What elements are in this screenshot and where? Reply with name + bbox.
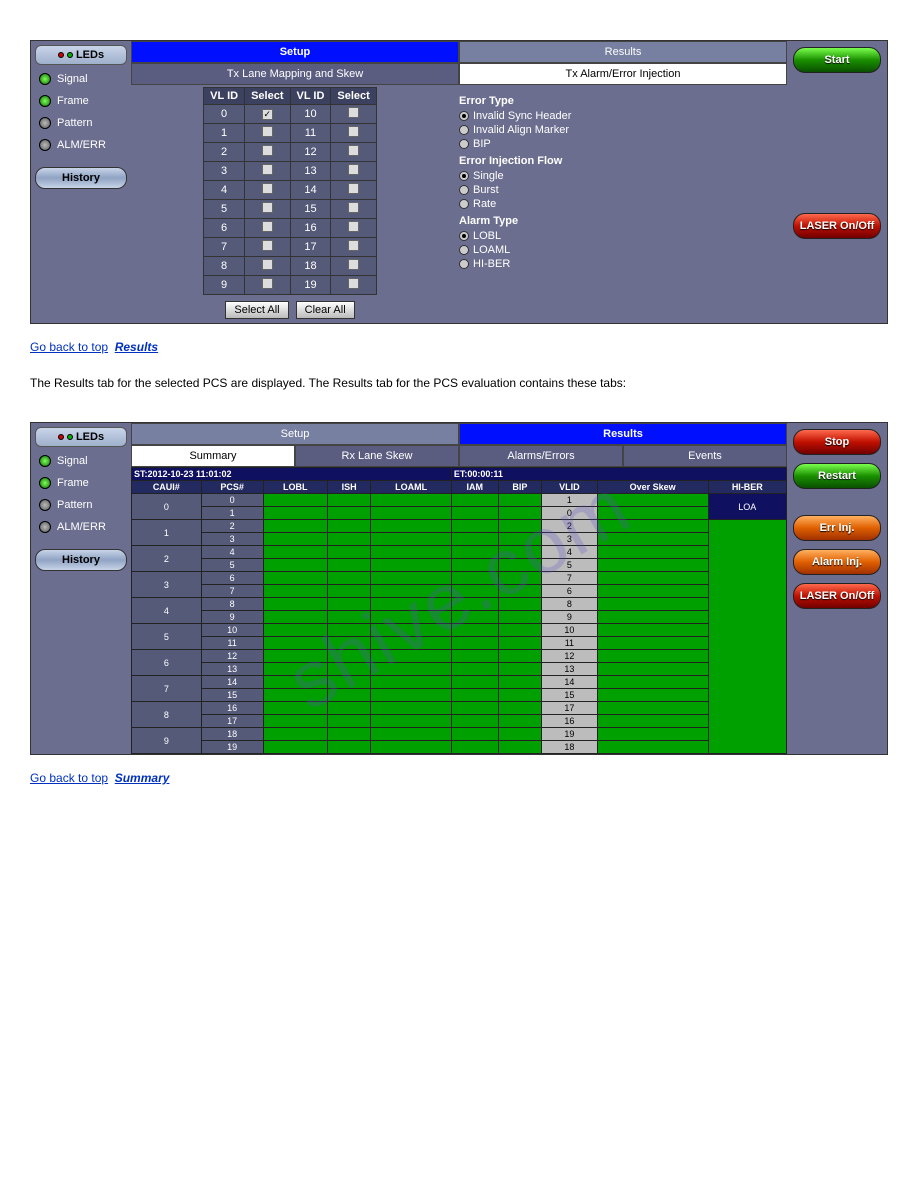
led-pattern: Pattern	[35, 115, 127, 131]
subtab-mapping[interactable]: Tx Lane Mapping and Skew	[131, 63, 459, 85]
led-frame: Frame	[35, 93, 127, 109]
action-sidebar: Start LASER On/Off	[787, 41, 887, 323]
sub-tabbar: Tx Lane Mapping and Skew Tx Alarm/Error …	[131, 63, 787, 85]
radio-option[interactable]: Invalid Align Marker	[459, 123, 777, 137]
go-back-top-link[interactable]: Go back to top	[30, 771, 108, 785]
stop-button[interactable]: Stop	[793, 429, 881, 455]
subtab-alarm[interactable]: Tx Alarm/Error Injection	[459, 63, 787, 85]
tab-setup[interactable]: Setup	[131, 423, 459, 445]
radio-option[interactable]: BIP	[459, 137, 777, 151]
injection-flow-title: Error Injection Flow	[459, 155, 777, 167]
lane-checkbox[interactable]	[331, 276, 376, 295]
results-table: ST:2012-10-23 11:01:02ET:00:00:11CAUI#PC…	[131, 467, 787, 754]
lane-checkbox[interactable]	[245, 181, 290, 200]
pcs-results-panel: LEDs Signal Frame Pattern ALM/ERR Histor…	[30, 422, 888, 755]
summary-link[interactable]: Summary	[115, 771, 170, 785]
select-all-button[interactable]: Select All	[225, 301, 288, 319]
tab-results[interactable]: Results	[459, 423, 787, 445]
action-sidebar: Stop Restart Err Inj. Alarm Inj. LASER O…	[787, 423, 887, 754]
leds-header: LEDs	[35, 45, 127, 65]
lane-checkbox[interactable]	[331, 238, 376, 257]
lane-select-area: VL IDSelectVL IDSelect010111212313414515…	[131, 85, 449, 323]
radio-option[interactable]: Invalid Sync Header	[459, 109, 777, 123]
description-text: The Results tab for the selected PCS are…	[30, 376, 626, 390]
radio-option[interactable]: Rate	[459, 197, 777, 211]
error-type-title: Error Type	[459, 95, 777, 107]
top-tabbar: Setup Results	[131, 41, 787, 63]
leds-header: LEDs	[35, 427, 127, 447]
lane-checkbox[interactable]	[331, 162, 376, 181]
lane-checkbox[interactable]	[245, 162, 290, 181]
radio-option[interactable]: Single	[459, 169, 777, 183]
led-dot-icon	[39, 521, 51, 533]
led-dot-icon	[39, 455, 51, 467]
clear-all-button[interactable]: Clear All	[296, 301, 355, 319]
alarm-inj-button[interactable]: Alarm Inj.	[793, 549, 881, 575]
sub-tabbar: Summary Rx Lane Skew Alarms/Errors Event…	[131, 445, 787, 467]
led-dot-icon	[39, 95, 51, 107]
lane-checkbox[interactable]	[245, 257, 290, 276]
led-dot-icon	[39, 499, 51, 511]
lane-checkbox[interactable]	[245, 124, 290, 143]
start-button[interactable]: Start	[793, 47, 881, 73]
led-dot-icon	[39, 73, 51, 85]
lane-checkbox[interactable]	[331, 143, 376, 162]
results-link[interactable]: Results	[115, 340, 158, 354]
lane-checkbox[interactable]	[245, 143, 290, 162]
lane-checkbox[interactable]	[331, 219, 376, 238]
err-inj-button[interactable]: Err Inj.	[793, 515, 881, 541]
options-panel: Error Type Invalid Sync HeaderInvalid Al…	[449, 85, 787, 323]
main-area: Setup Results Summary Rx Lane Skew Alarm…	[131, 423, 787, 754]
laser-button[interactable]: LASER On/Off	[793, 213, 881, 239]
led-dot-icon	[39, 139, 51, 151]
lane-checkbox[interactable]	[245, 200, 290, 219]
radio-option[interactable]: LOAML	[459, 243, 777, 257]
subtab-summary[interactable]: Summary	[131, 445, 295, 467]
lane-checkbox[interactable]	[245, 105, 290, 124]
restart-button[interactable]: Restart	[793, 463, 881, 489]
history-button[interactable]: History	[35, 549, 127, 571]
leds-sidebar: LEDs Signal Frame Pattern ALM/ERR Histor…	[31, 41, 131, 323]
led-frame: Frame	[35, 475, 127, 491]
description-1: Go back to top Results The Results tab f…	[30, 338, 888, 392]
laser-button[interactable]: LASER On/Off	[793, 583, 881, 609]
top-tabbar: Setup Results	[131, 423, 787, 445]
lane-table: VL IDSelectVL IDSelect010111212313414515…	[203, 87, 377, 295]
pcs-setup-panel: LEDs Signal Frame Pattern ALM/ERR Histor…	[30, 40, 888, 324]
lane-checkbox[interactable]	[331, 257, 376, 276]
radio-option[interactable]: Burst	[459, 183, 777, 197]
lane-checkbox[interactable]	[331, 105, 376, 124]
radio-option[interactable]: LOBL	[459, 229, 777, 243]
leds-sidebar: LEDs Signal Frame Pattern ALM/ERR Histor…	[31, 423, 131, 754]
radio-option[interactable]: HI-BER	[459, 257, 777, 271]
history-button[interactable]: History	[35, 167, 127, 189]
subtab-alarmserrors[interactable]: Alarms/Errors	[459, 445, 623, 467]
led-signal: Signal	[35, 453, 127, 469]
description-2: Go back to top Summary	[30, 769, 888, 787]
led-almerr: ALM/ERR	[35, 137, 127, 153]
led-dot-icon	[39, 117, 51, 129]
lane-checkbox[interactable]	[245, 219, 290, 238]
subtab-events[interactable]: Events	[623, 445, 787, 467]
alarm-type-title: Alarm Type	[459, 215, 777, 227]
tab-results[interactable]: Results	[459, 41, 787, 63]
led-signal: Signal	[35, 71, 127, 87]
go-back-top-link[interactable]: Go back to top	[30, 340, 108, 354]
subtab-rxlaneskew[interactable]: Rx Lane Skew	[295, 445, 459, 467]
main-area: Setup Results Tx Lane Mapping and Skew T…	[131, 41, 787, 323]
lane-checkbox[interactable]	[331, 200, 376, 219]
lane-checkbox[interactable]	[245, 276, 290, 295]
lane-checkbox[interactable]	[331, 181, 376, 200]
led-dot-icon	[39, 477, 51, 489]
led-pattern: Pattern	[35, 497, 127, 513]
led-almerr: ALM/ERR	[35, 519, 127, 535]
tab-setup[interactable]: Setup	[131, 41, 459, 63]
lane-checkbox[interactable]	[245, 238, 290, 257]
lane-checkbox[interactable]	[331, 124, 376, 143]
